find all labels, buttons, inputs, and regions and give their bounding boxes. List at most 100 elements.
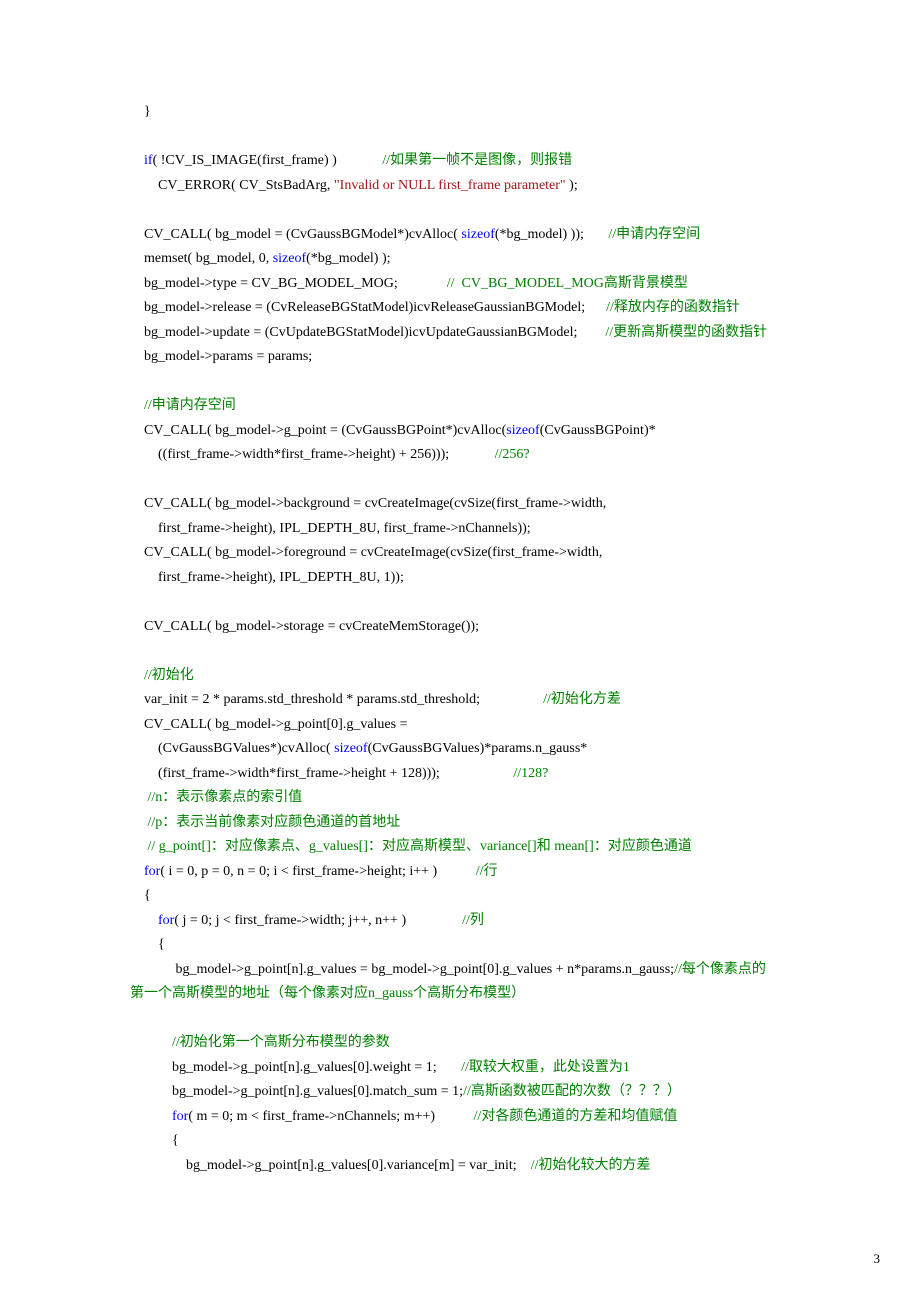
code-line: {	[130, 1129, 860, 1154]
keyword: for	[158, 913, 174, 928]
code-text: first_frame->height), IPL_DEPTH_8U, 1));	[130, 570, 404, 585]
comment: //对各颜色通道的方差和均值赋值	[474, 1109, 678, 1124]
code-text: (first_frame->width*first_frame->height …	[130, 766, 513, 781]
code-text: bg_model->release = (CvReleaseBGStatMode…	[130, 300, 606, 315]
code-text: ((first_frame->width*first_frame->height…	[130, 447, 495, 462]
code-line: bg_model->type = CV_BG_MODEL_MOG; // CV_…	[130, 272, 860, 297]
code-text: (*bg_model) );	[306, 251, 390, 266]
code-text: bg_model->type = CV_BG_MODEL_MOG;	[130, 276, 447, 291]
code-line: CV_CALL( bg_model->background = cvCreate…	[130, 492, 860, 517]
code-line: CV_CALL( bg_model->g_point[0].g_values =	[130, 713, 860, 738]
code-line: bg_model->g_point[n].g_values[0].weight …	[130, 1056, 860, 1081]
code-line: ((first_frame->width*first_frame->height…	[130, 443, 860, 468]
code-line: //初始化第一个高斯分布模型的参数	[130, 1031, 860, 1056]
code-line: CV_ERROR( CV_StsBadArg, "Invalid or NULL…	[130, 174, 860, 199]
code-text: (CvGaussBGValues)*params.n_gauss*	[368, 741, 588, 756]
comment: // CV_BG_MODEL_MOG高斯背景模型	[447, 276, 688, 291]
code-line: bg_model->params = params;	[130, 345, 860, 370]
code-content: } if( !CV_IS_IMAGE(first_frame) ) //如果第一…	[130, 100, 860, 1178]
comment: //初始化较大的方差	[531, 1158, 651, 1173]
keyword: for	[144, 864, 160, 879]
code-line: (CvGaussBGValues*)cvAlloc( sizeof(CvGaus…	[130, 737, 860, 762]
code-text: ( m = 0; m < first_frame->nChannels; m++…	[188, 1109, 473, 1124]
code-line: bg_model->update = (CvUpdateBGStatModel)…	[130, 321, 860, 346]
code-line	[130, 125, 860, 150]
code-text: bg_model->g_point[n].g_values[0].match_s…	[130, 1084, 463, 1099]
code-text: bg_model->g_point[n].g_values[0].weight …	[130, 1060, 461, 1075]
string-literal: "Invalid or NULL first_frame parameter"	[334, 178, 566, 193]
code-line: first_frame->height), IPL_DEPTH_8U, firs…	[130, 517, 860, 542]
keyword: sizeof	[273, 251, 306, 266]
keyword: if	[144, 153, 153, 168]
code-line: // g_point[]：对应像素点、g_values[]：对应高斯模型、var…	[130, 835, 860, 860]
code-text: bg_model->params = params;	[130, 349, 312, 364]
comment: //p：表示当前像素对应颜色通道的首地址	[148, 815, 401, 830]
comment: // g_point[]：对应像素点、g_values[]：对应高斯模型、var…	[148, 839, 692, 854]
code-text	[130, 864, 144, 879]
code-text: CV_CALL( bg_model->g_point[0].g_values =	[130, 717, 407, 732]
code-text: (CvGaussBGValues*)cvAlloc(	[130, 741, 334, 756]
code-text: var_init = 2 * params.std_threshold * pa…	[130, 692, 543, 707]
code-text	[130, 153, 144, 168]
comment: //释放内存的函数指针	[606, 300, 740, 315]
comment: //如果第一帧不是图像，则报错	[382, 153, 572, 168]
code-text: CV_CALL( bg_model->storage = cvCreateMem…	[130, 619, 479, 634]
code-text: (CvGaussBGPoint)*	[540, 423, 656, 438]
code-text: bg_model->update = (CvUpdateBGStatModel)…	[130, 325, 605, 340]
code-line: CV_CALL( bg_model->g_point = (CvGaussBGP…	[130, 419, 860, 444]
code-line: bg_model->release = (CvReleaseBGStatMode…	[130, 296, 860, 321]
comment: //每个像素点的	[674, 962, 766, 977]
code-line	[130, 1007, 860, 1032]
code-line: if( !CV_IS_IMAGE(first_frame) ) //如果第一帧不…	[130, 149, 860, 174]
code-text: );	[566, 178, 578, 193]
code-text	[130, 790, 148, 805]
code-text: bg_model->g_point[n].g_values[0].varianc…	[130, 1158, 531, 1173]
code-text: first_frame->height), IPL_DEPTH_8U, firs…	[130, 521, 531, 536]
code-text: CV_CALL( bg_model->background = cvCreate…	[130, 496, 606, 511]
code-line: first_frame->height), IPL_DEPTH_8U, 1));	[130, 566, 860, 591]
code-text: CV_CALL( bg_model->g_point = (CvGaussBGP…	[130, 423, 506, 438]
code-line: //n：表示像素点的索引值	[130, 786, 860, 811]
code-line: bg_model->g_point[n].g_values[0].varianc…	[130, 1154, 860, 1179]
keyword: sizeof	[506, 423, 539, 438]
code-text	[130, 815, 148, 830]
code-line: //申请内存空间	[130, 394, 860, 419]
code-line	[130, 590, 860, 615]
code-text	[130, 913, 158, 928]
code-text: memset( bg_model, 0,	[130, 251, 273, 266]
comment: //申请内存空间	[144, 398, 236, 413]
code-line: {	[130, 933, 860, 958]
code-text: (*bg_model) ));	[495, 227, 609, 242]
code-line: CV_CALL( bg_model = (CvGaussBGModel*)cvA…	[130, 223, 860, 248]
comment: //更新高斯模型的函数指针	[605, 325, 767, 340]
code-text: ( i = 0, p = 0, n = 0; i < first_frame->…	[160, 864, 475, 879]
code-text: }	[130, 104, 151, 119]
comment: //高斯函数被匹配的次数（？？？）	[463, 1084, 681, 1099]
comment: //256?	[495, 447, 530, 462]
code-line: for( m = 0; m < first_frame->nChannels; …	[130, 1105, 860, 1130]
comment: //n：表示像素点的索引值	[148, 790, 303, 805]
code-line: for( i = 0, p = 0, n = 0; i < first_fram…	[130, 860, 860, 885]
code-line: (first_frame->width*first_frame->height …	[130, 762, 860, 787]
code-text	[130, 668, 144, 683]
code-text: ( !CV_IS_IMAGE(first_frame) )	[153, 153, 383, 168]
code-line: memset( bg_model, 0, sizeof(*bg_model) )…	[130, 247, 860, 272]
code-line	[130, 468, 860, 493]
code-line	[130, 639, 860, 664]
code-line: CV_CALL( bg_model->foreground = cvCreate…	[130, 541, 860, 566]
code-line: }	[130, 100, 860, 125]
code-text	[130, 1035, 172, 1050]
comment: //初始化方差	[543, 692, 621, 707]
code-text	[130, 1109, 172, 1124]
comment: //列	[462, 913, 484, 928]
code-text: ( j = 0; j < first_frame->width; j++, n+…	[174, 913, 462, 928]
keyword: for	[172, 1109, 188, 1124]
code-line	[130, 198, 860, 223]
comment: //初始化第一个高斯分布模型的参数	[172, 1035, 390, 1050]
comment: 第一个高斯模型的地址（每个像素对应n_gauss个高斯分布模型）	[130, 986, 525, 1001]
code-text: CV_CALL( bg_model->foreground = cvCreate…	[130, 545, 602, 560]
code-text: {	[130, 937, 165, 952]
page-number: 3	[0, 1218, 920, 1271]
comment: //申请内存空间	[608, 227, 700, 242]
code-text: bg_model->g_point[n].g_values = bg_model…	[130, 962, 674, 977]
